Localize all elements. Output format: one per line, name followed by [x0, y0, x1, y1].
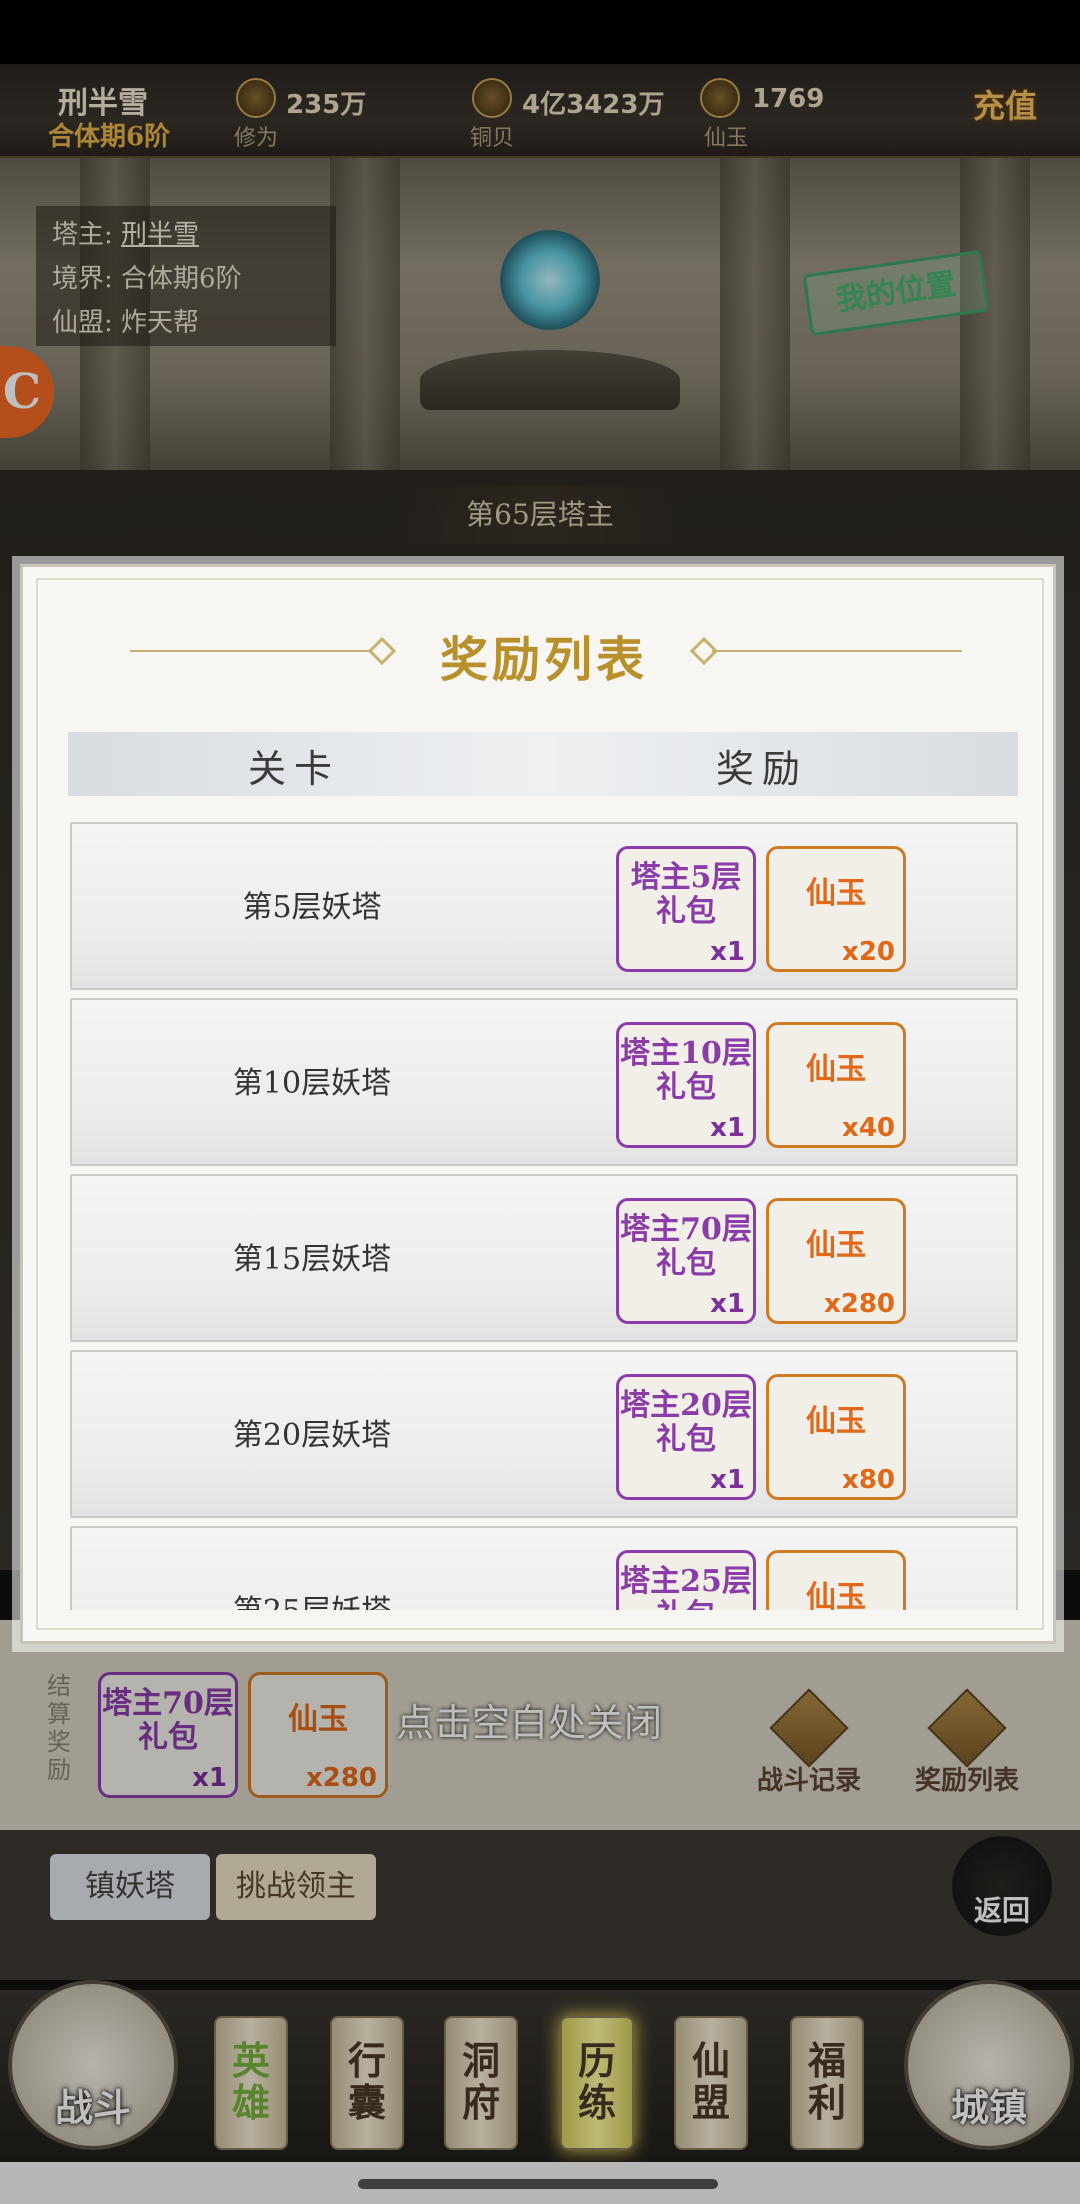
header-reward: 奖励 [716, 747, 809, 791]
jade-reward-card[interactable]: 仙玉 [766, 1550, 906, 1610]
jade-reward-card[interactable]: 仙玉 x280 [766, 1198, 906, 1324]
pack-qty: x1 [710, 937, 745, 967]
pack-name-line2: 礼包 [656, 894, 716, 929]
pack-name-line2: 礼包 [656, 1070, 716, 1105]
table-row: 第20层妖塔 塔主20层 礼包 x1 仙玉 x80 [70, 1350, 1018, 1518]
jade-reward-card[interactable]: 仙玉 x20 [766, 846, 906, 972]
pack-name-line1: 塔主70层 [620, 1212, 752, 1247]
jade-qty: x80 [842, 1465, 895, 1495]
modal-title: 奖励列表 [440, 632, 649, 688]
stage-name: 第25层妖塔 [72, 1528, 552, 1610]
stage-name: 第5层妖塔 [242, 890, 382, 925]
pack-qty: x1 [710, 1113, 745, 1143]
title-ornament-left [130, 650, 380, 652]
pack-name-line1: 塔主25层 [620, 1564, 752, 1599]
pack-reward-card[interactable]: 塔主25层 礼包 [616, 1550, 756, 1610]
jade-name: 仙玉 [806, 1404, 866, 1439]
table-row: 第15层妖塔 塔主70层 礼包 x1 仙玉 x280 [70, 1174, 1018, 1342]
jade-name: 仙玉 [806, 1580, 866, 1611]
pack-name-line1: 塔主20层 [620, 1388, 752, 1423]
jade-name: 仙玉 [806, 876, 866, 911]
pack-name-line2: 礼包 [656, 1246, 716, 1281]
pack-name-line2: 礼包 [656, 1422, 716, 1457]
stage-name: 第10层妖塔 [232, 1066, 392, 1101]
pack-name-line1: 塔主10层 [620, 1036, 752, 1071]
table-row: 第5层妖塔 塔主5层 礼包 x1 仙玉 x20 [70, 822, 1018, 990]
jade-reward-card[interactable]: 仙玉 x40 [766, 1022, 906, 1148]
pack-name-line1: 塔主5层 [630, 860, 742, 895]
pack-name-line2: 礼包 [619, 1599, 753, 1611]
pack-reward-card[interactable]: 塔主10层 礼包 x1 [616, 1022, 756, 1148]
table-row: 第10层妖塔 塔主10层 礼包 x1 仙玉 x40 [70, 998, 1018, 1166]
pack-reward-card[interactable]: 塔主70层 礼包 x1 [616, 1198, 756, 1324]
jade-qty: x280 [823, 1289, 895, 1319]
pack-reward-card[interactable]: 塔主5层 礼包 x1 [616, 846, 756, 972]
pack-qty: x1 [710, 1465, 745, 1495]
table-row: 第25层妖塔 塔主25层 礼包 仙玉 [70, 1526, 1018, 1610]
title-ornament-right [712, 650, 962, 652]
jade-qty: x40 [842, 1113, 895, 1143]
pack-reward-card[interactable]: 塔主20层 礼包 x1 [616, 1374, 756, 1500]
jade-qty: x20 [842, 937, 895, 967]
jade-name: 仙玉 [806, 1052, 866, 1087]
jade-name: 仙玉 [806, 1228, 866, 1263]
stage-name: 第15层妖塔 [232, 1242, 392, 1277]
reward-list[interactable]: 第5层妖塔 塔主5层 礼包 x1 仙玉 x20 第10层妖塔 塔主10层 礼包 … [70, 822, 1020, 1610]
jade-reward-card[interactable]: 仙玉 x80 [766, 1374, 906, 1500]
header-stage: 关卡 [248, 747, 341, 791]
stage-name: 第20层妖塔 [232, 1418, 392, 1453]
table-header [68, 732, 1018, 796]
pack-qty: x1 [710, 1289, 745, 1319]
